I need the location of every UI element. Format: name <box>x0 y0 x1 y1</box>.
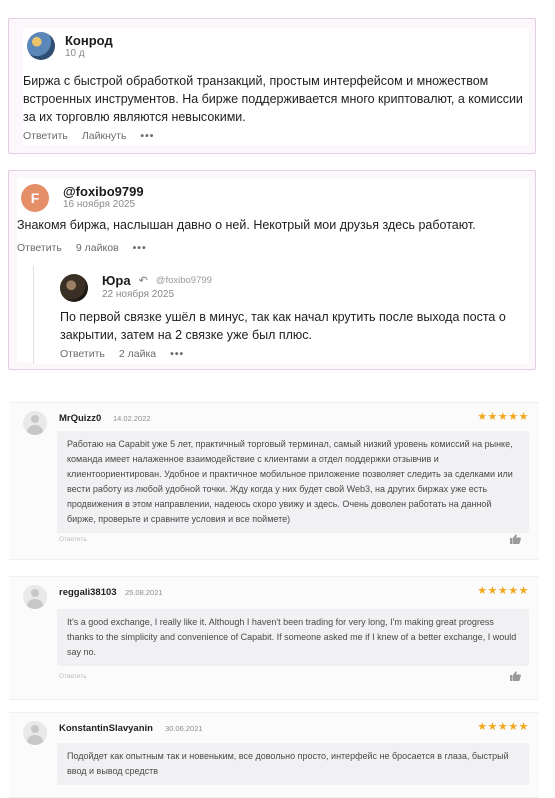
user-avatar-icon <box>23 721 47 745</box>
like-thumb-icon[interactable] <box>510 671 521 681</box>
reply-date: 22 ноября 2025 <box>102 289 175 300</box>
reply-to-user[interactable]: @foxibo9799 <box>156 275 212 286</box>
review-text: It's a good exchange, I really like it. … <box>57 609 529 666</box>
reply-author[interactable]: Юра <box>102 273 131 288</box>
review-card: MrQuizz0 14.02.2022 ★★★★★ Работаю на Cap… <box>9 402 539 560</box>
review-author[interactable]: reggali38103 <box>59 587 117 598</box>
like-thumb-icon[interactable] <box>510 534 521 544</box>
like-button[interactable]: Лайкнуть <box>82 130 127 142</box>
rating-stars: ★★★★★ <box>477 411 529 423</box>
user-avatar-icon <box>23 585 47 609</box>
reply-button[interactable]: Ответить <box>17 242 62 254</box>
comment-text: Биржа с быстрой обработкой транзакций, п… <box>23 74 523 124</box>
review-date: 25.08.2021 <box>125 588 163 597</box>
rating-stars: ★★★★★ <box>477 585 529 597</box>
more-options-icon[interactable]: ••• <box>170 348 184 360</box>
comment-text: Знакомя биржа, наслышан давно о ней. Нек… <box>17 218 476 232</box>
review-text: Работаю на Capabit уже 5 лет, практичный… <box>57 431 529 533</box>
review-card: KonstantinSlavyanin 30.06.2021 ★★★★★ Под… <box>9 712 539 798</box>
comment-body: Конрод 10 д Биржа с быстрой обработкой т… <box>23 28 529 145</box>
comment-actions: Ответить Лайкнуть ••• <box>23 130 154 142</box>
comment-body: F @foxibo9799 16 ноября 2025 Знакомя бир… <box>17 178 529 364</box>
review-card: reggali38103 25.08.2021 ★★★★★ It's a goo… <box>9 576 539 700</box>
reply-link[interactable]: Ответить <box>59 536 87 543</box>
likes-count[interactable]: 2 лайка <box>119 348 156 360</box>
reply-thread: Юра ↶ @foxibo9799 22 ноября 2025 По перв… <box>33 266 529 364</box>
comment-card: Конрод 10 д Биржа с быстрой обработкой т… <box>8 18 536 154</box>
review-date: 14.02.2022 <box>113 414 151 423</box>
reply-button[interactable]: Ответить <box>60 348 105 360</box>
comment-date: 10 д <box>65 48 85 59</box>
reply-arrow-icon: ↶ <box>138 275 148 287</box>
comment-author[interactable]: Конрод <box>65 33 113 48</box>
reply-button[interactable]: Ответить <box>23 130 68 142</box>
review-author[interactable]: MrQuizz0 <box>59 413 101 424</box>
more-options-icon[interactable]: ••• <box>133 242 147 254</box>
review-date: 30.06.2021 <box>165 724 203 733</box>
avatar[interactable] <box>27 32 55 60</box>
comment-date: 16 ноября 2025 <box>63 199 136 210</box>
comment-card: F @foxibo9799 16 ноября 2025 Знакомя бир… <box>8 170 536 370</box>
avatar[interactable] <box>60 274 88 302</box>
user-avatar-icon <box>23 411 47 435</box>
review-author[interactable]: KonstantinSlavyanin <box>59 723 153 734</box>
reply-text: По первой связке ушёл в минус, так как н… <box>60 310 506 342</box>
rating-stars: ★★★★★ <box>477 721 529 733</box>
more-options-icon[interactable]: ••• <box>140 130 154 142</box>
reply-header: Юра ↶ @foxibo9799 <box>102 273 212 288</box>
avatar[interactable]: F <box>21 184 49 212</box>
review-text: Подойдет как опытным так и новеньким, вс… <box>57 743 529 785</box>
reply-link[interactable]: Ответить <box>59 673 87 680</box>
comment-author[interactable]: @foxibo9799 <box>63 184 144 199</box>
likes-count[interactable]: 9 лайков <box>76 242 119 254</box>
comment-actions: Ответить 9 лайков ••• <box>17 242 147 254</box>
reply-actions: Ответить 2 лайка ••• <box>60 348 184 360</box>
